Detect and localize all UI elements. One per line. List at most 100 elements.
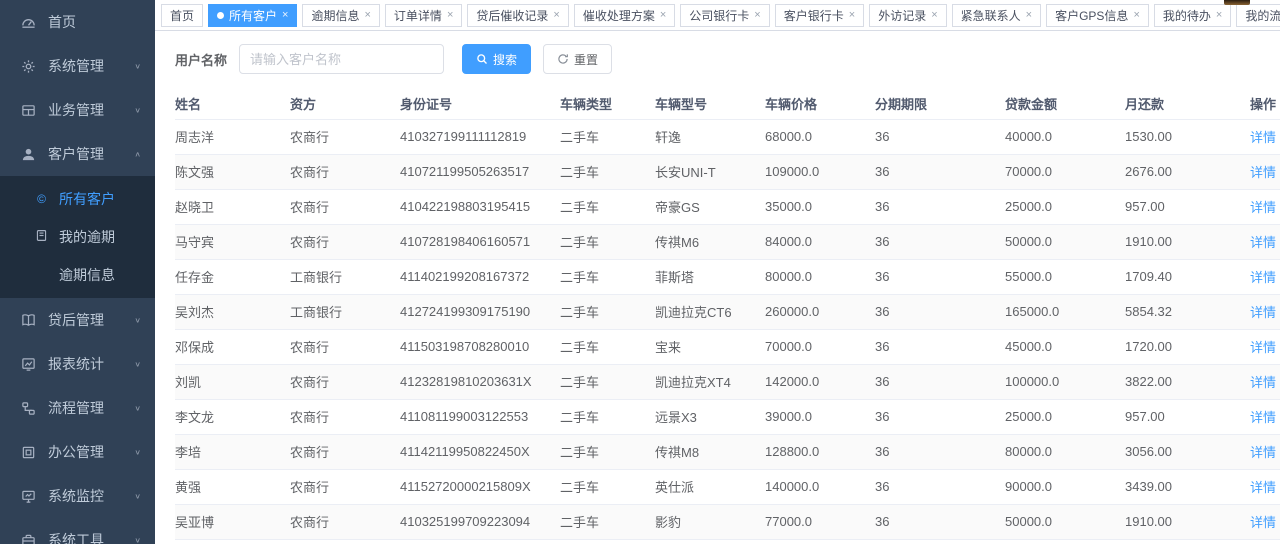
sidebar-item-label: 系统管理 bbox=[48, 56, 134, 76]
search-bar: 用户名称 搜索 重置 bbox=[175, 43, 1260, 75]
tab-company-bankcard[interactable]: 公司银行卡× bbox=[680, 4, 769, 27]
tab-close-icon[interactable]: × bbox=[931, 10, 937, 21]
sidebar-item-system-tools[interactable]: 系统工具 ∨ bbox=[0, 518, 155, 544]
cell-installments: 36 bbox=[875, 469, 1005, 504]
sidebar-item-process-mgmt[interactable]: 流程管理 ∨ bbox=[0, 386, 155, 430]
sidebar-item-report-stats[interactable]: 报表统计 ∨ bbox=[0, 342, 155, 386]
col-vehicle-model: 车辆型号 bbox=[655, 89, 765, 119]
sidebar-item-customer-mgmt[interactable]: 客户管理 ∧ bbox=[0, 132, 155, 176]
tab-visit-records[interactable]: 外访记录× bbox=[869, 4, 946, 27]
tab-close-icon[interactable]: × bbox=[1216, 10, 1222, 21]
cell-vehicle-price: 109000.0 bbox=[765, 154, 875, 189]
sidebar-item-my-overdue[interactable]: 我的逾期 bbox=[0, 218, 155, 256]
tab-close-icon[interactable]: × bbox=[282, 10, 288, 21]
detail-link[interactable]: 详情 bbox=[1250, 445, 1276, 460]
cell-vehicle-model: 传祺M8 bbox=[655, 434, 765, 469]
sidebar-item-system-monitor[interactable]: 系统监控 ∨ bbox=[0, 474, 155, 518]
tab-customer-gps[interactable]: 客户GPS信息× bbox=[1046, 4, 1149, 27]
tab-close-icon[interactable]: × bbox=[1133, 10, 1139, 21]
cell-loan-amount: 100000.0 bbox=[1005, 364, 1125, 399]
table-header-row: 姓名 资方 身份证号 车辆类型 车辆型号 车辆价格 分期期限 贷款金额 月还款 … bbox=[175, 89, 1280, 119]
detail-link[interactable]: 详情 bbox=[1250, 410, 1276, 425]
cell-installments: 36 bbox=[875, 119, 1005, 154]
cell-id-card: 411503198708280010 bbox=[400, 329, 560, 364]
cell-id-card bbox=[400, 539, 560, 544]
sidebar-item-overdue-info[interactable]: 逾期信息 bbox=[0, 256, 155, 294]
reset-button[interactable]: 重置 bbox=[543, 44, 612, 74]
cell-name: 赵晓卫 bbox=[175, 189, 290, 224]
tab-my-todo[interactable]: 我的待办× bbox=[1154, 4, 1231, 27]
dashboard-icon bbox=[20, 14, 36, 30]
cell-monthly-payment: 3822.00 bbox=[1125, 364, 1243, 399]
cell-vehicle-model: 凯迪拉克XT4 bbox=[655, 364, 765, 399]
cell-id-card: 410327199111112819 bbox=[400, 119, 560, 154]
search-button[interactable]: 搜索 bbox=[462, 44, 531, 74]
chevron-down-icon: ∨ bbox=[134, 106, 141, 115]
detail-link[interactable]: 详情 bbox=[1250, 375, 1276, 390]
cell-installments: 36 bbox=[875, 364, 1005, 399]
cell-name: 任存金 bbox=[175, 259, 290, 294]
search-icon bbox=[476, 53, 488, 65]
tab-close-icon[interactable]: × bbox=[849, 10, 855, 21]
chevron-down-icon: ∨ bbox=[134, 360, 141, 369]
tab-collection-plan[interactable]: 催收处理方案× bbox=[574, 4, 675, 27]
detail-link[interactable]: 详情 bbox=[1250, 305, 1276, 320]
detail-link[interactable]: 详情 bbox=[1250, 270, 1276, 285]
tab-overdue-info[interactable]: 逾期信息× bbox=[302, 4, 379, 27]
tab-close-icon[interactable]: × bbox=[553, 10, 559, 21]
sidebar-item-label: 流程管理 bbox=[48, 398, 134, 418]
cell-funder: 农商行 bbox=[290, 504, 400, 539]
tab-collection-records[interactable]: 贷后催收记录× bbox=[467, 4, 568, 27]
cell-installments: 36 bbox=[875, 154, 1005, 189]
sidebar-item-home[interactable]: 首页 bbox=[0, 0, 155, 44]
tab-close-icon[interactable]: × bbox=[660, 10, 666, 21]
detail-link[interactable]: 详情 bbox=[1250, 235, 1276, 250]
cell-monthly-payment: 957.00 bbox=[1125, 399, 1243, 434]
detail-link[interactable]: 详情 bbox=[1250, 165, 1276, 180]
cell-installments: 36 bbox=[875, 399, 1005, 434]
search-input[interactable] bbox=[239, 44, 444, 74]
cell-vehicle-price: 35000.0 bbox=[765, 189, 875, 224]
tab-customer-bankcard[interactable]: 客户银行卡× bbox=[775, 4, 864, 27]
tool-icon bbox=[20, 532, 36, 544]
cell-loan-amount: 40000.0 bbox=[1005, 119, 1125, 154]
tab-close-icon[interactable]: × bbox=[447, 10, 453, 21]
cell-vehicle-price: 68000.0 bbox=[765, 119, 875, 154]
cell-funder: 农商行 bbox=[290, 399, 400, 434]
cell-name: 周志洋 bbox=[175, 119, 290, 154]
chart-icon bbox=[20, 356, 36, 372]
cell-vehicle-model: 传祺M6 bbox=[655, 224, 765, 259]
cell-vehicle-type: 二手车 bbox=[560, 434, 655, 469]
sidebar-item-office-mgmt[interactable]: 办公管理 ∨ bbox=[0, 430, 155, 474]
tab-all-customers[interactable]: 所有客户× bbox=[208, 4, 297, 27]
tab-order-detail[interactable]: 订单详情× bbox=[385, 4, 462, 27]
tab-close-icon[interactable]: × bbox=[1026, 10, 1032, 21]
tab-my-process[interactable]: 我的流程× bbox=[1236, 4, 1280, 27]
detail-link[interactable]: 详情 bbox=[1250, 130, 1276, 145]
table-row: 李培农商行41142119950822450X二手车传祺M8128800.036… bbox=[175, 434, 1280, 469]
cell-loan-amount: 25000.0 bbox=[1005, 399, 1125, 434]
tab-close-icon[interactable]: × bbox=[754, 10, 760, 21]
col-loan-amount: 贷款金额 bbox=[1005, 89, 1125, 119]
sidebar-item-postloan-mgmt[interactable]: 贷后管理 ∨ bbox=[0, 298, 155, 342]
detail-link[interactable]: 详情 bbox=[1250, 340, 1276, 355]
sidebar-item-all-customers[interactable]: © 所有客户 bbox=[0, 180, 155, 218]
cell-loan-amount: 90000.0 bbox=[1005, 469, 1125, 504]
tab-home[interactable]: 首页 bbox=[161, 4, 203, 27]
detail-link[interactable]: 详情 bbox=[1250, 480, 1276, 495]
main-area: 首页 所有客户× 逾期信息× 订单详情× 贷后催收记录× 催收处理方案× 公司银… bbox=[155, 0, 1280, 544]
sidebar-item-business-mgmt[interactable]: 业务管理 ∨ bbox=[0, 88, 155, 132]
table-row: 任存金工商银行411402199208167372二手车菲斯塔80000.036… bbox=[175, 259, 1280, 294]
detail-link[interactable]: 详情 bbox=[1250, 515, 1276, 530]
table-row: 陈文强农商行410721199505263517二手车长安UNI-T109000… bbox=[175, 154, 1280, 189]
app-window: 首页 系统管理 ∨ 业务管理 ∨ 客户管理 ∧ © 所有客户 bbox=[0, 0, 1280, 544]
cell-monthly-payment: 1709.40 bbox=[1125, 259, 1243, 294]
tab-close-icon[interactable]: × bbox=[364, 10, 370, 21]
col-vehicle-price: 车辆价格 bbox=[765, 89, 875, 119]
cell-vehicle-model: 宝来 bbox=[655, 329, 765, 364]
detail-link[interactable]: 详情 bbox=[1250, 200, 1276, 215]
sidebar-item-system-mgmt[interactable]: 系统管理 ∨ bbox=[0, 44, 155, 88]
customer-table: 姓名 资方 身份证号 车辆类型 车辆型号 车辆价格 分期期限 贷款金额 月还款 … bbox=[175, 89, 1280, 544]
tab-emergency-contacts[interactable]: 紧急联系人× bbox=[952, 4, 1041, 27]
cell-funder: 农商行 bbox=[290, 119, 400, 154]
